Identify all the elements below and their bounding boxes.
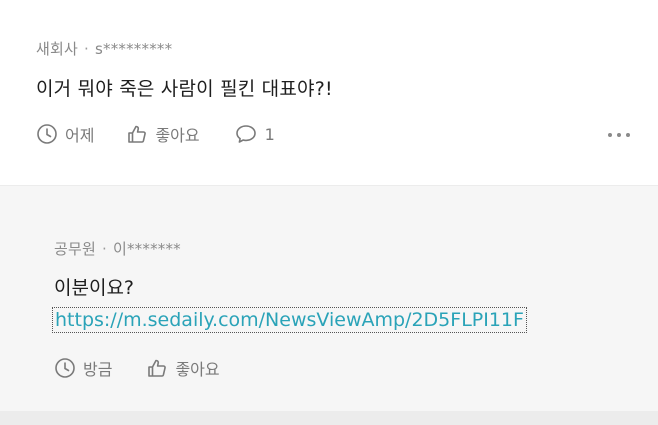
comment-user-id: s*********	[94, 40, 173, 58]
meta-separator: ·	[84, 40, 89, 58]
speech-bubble-icon	[234, 123, 258, 145]
thumbs-up-icon	[126, 123, 148, 145]
comment-time-label: 어제	[65, 126, 95, 145]
reply-item: 공무원 · 이******* 이분이요? https://m.sedaily.com…	[0, 185, 658, 411]
comment-actions: 어제 좋아요 1	[36, 122, 275, 146]
more-dot-icon	[617, 133, 621, 137]
comment-text: 이거 뭐야 죽은 사람이 필킨 대표야?!	[36, 78, 333, 100]
section-divider	[0, 411, 658, 425]
more-dot-icon	[626, 133, 630, 137]
reply-link[interactable]: https://m.sedaily.com/NewsViewAmp/2D5FLP…	[52, 307, 527, 333]
reply-time-label: 방금	[83, 360, 113, 379]
comment-author[interactable]: 새회사	[36, 40, 78, 58]
comment-meta: 새회사 · s*********	[36, 38, 172, 59]
meta-separator: ·	[102, 240, 107, 258]
more-dot-icon	[608, 133, 612, 137]
comment-like-button[interactable]: 좋아요	[126, 122, 200, 146]
reply-meta: 공무원 · 이*******	[54, 238, 181, 259]
reply-author[interactable]: 공무원	[54, 240, 96, 258]
comment-time: 어제	[36, 122, 94, 146]
reply-user-id: 이*******	[112, 240, 181, 258]
reply-time: 방금	[54, 356, 112, 380]
comment-reply-button[interactable]: 1	[234, 123, 275, 145]
comment-reply-count: 1	[264, 124, 275, 144]
more-options-button[interactable]	[608, 133, 630, 137]
clock-icon	[54, 357, 76, 379]
comment-item: 새회사 · s********* 이거 뭐야 죽은 사람이 필킨 대표야?! 어제 …	[0, 0, 658, 185]
comment-like-label: 좋아요	[155, 126, 200, 145]
reply-actions: 방금 좋아요	[54, 356, 220, 380]
thumbs-up-icon	[146, 357, 168, 379]
reply-like-label: 좋아요	[175, 360, 220, 379]
reply-like-button[interactable]: 좋아요	[146, 356, 220, 380]
clock-icon	[36, 123, 58, 145]
reply-text: 이분이요?	[54, 277, 135, 299]
